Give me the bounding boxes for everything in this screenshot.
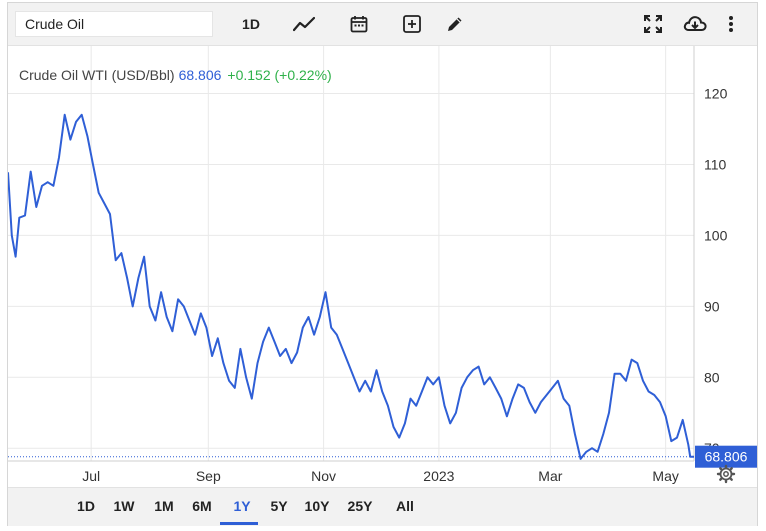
symbol-search-input[interactable]: Crude Oil (15, 11, 213, 37)
legend-price: 68.806 (178, 67, 222, 83)
range-button-10y[interactable]: 10Y (299, 498, 335, 514)
x-tick-label-jul: Jul (82, 468, 100, 484)
chart-area[interactable]: 708090100110120JulSepNov2023MarMay68.806… (8, 46, 757, 486)
last-price-tag-label: 68.806 (705, 449, 748, 465)
range-button-1m[interactable]: 1M (146, 498, 182, 514)
range-button-1d[interactable]: 1D (68, 498, 104, 514)
y-tick-label-90: 90 (704, 298, 720, 314)
toolbar: Crude Oil 1D (8, 3, 757, 46)
range-selector: 1D 1W 1M 6M 1Y 5Y 10Y 25Y All (8, 487, 757, 526)
settings-gear-icon[interactable] (716, 464, 736, 484)
legend-symbol-name: Crude Oil WTI (USD/Bbl) (19, 67, 175, 83)
range-button-6m[interactable]: 6M (184, 498, 220, 514)
calendar-icon[interactable] (346, 11, 372, 37)
chart-widget: Crude Oil 1D 708090100110120JulSepNov202… (7, 2, 758, 526)
x-tick-label-may: May (652, 468, 678, 484)
y-tick-label-120: 120 (704, 86, 728, 102)
more-vertical-icon[interactable] (722, 11, 740, 37)
y-tick-label-110: 110 (704, 156, 727, 172)
draw-pencil-icon[interactable] (442, 11, 468, 37)
y-tick-label-80: 80 (704, 369, 720, 385)
range-button-1w[interactable]: 1W (106, 498, 142, 514)
range-button-5y[interactable]: 5Y (261, 498, 297, 514)
interval-button[interactable]: 1D (236, 11, 266, 37)
download-cloud-icon[interactable] (680, 11, 710, 37)
x-tick-label-sep: Sep (196, 468, 221, 484)
x-tick-label-mar: Mar (538, 468, 562, 484)
price-line-series-0[interactable] (8, 113, 694, 460)
range-button-all[interactable]: All (387, 498, 423, 514)
range-button-25y[interactable]: 25Y (342, 498, 378, 514)
y-tick-label-100: 100 (704, 227, 728, 243)
legend-change: +0.152 (+0.22%) (227, 67, 332, 83)
line-chart-icon[interactable] (290, 11, 318, 37)
price-chart[interactable]: 708090100110120JulSepNov2023MarMay68.806 (8, 46, 757, 486)
active-range-underline (220, 522, 258, 525)
chart-legend: Crude Oil WTI (USD/Bbl) 68.806 +0.152 (+0.… (19, 67, 332, 83)
fullscreen-icon[interactable] (640, 11, 666, 37)
add-indicator-icon[interactable] (399, 11, 425, 37)
x-tick-label-nov: Nov (311, 468, 336, 484)
range-button-1y[interactable]: 1Y (224, 498, 260, 514)
x-tick-label-2023: 2023 (423, 468, 454, 484)
